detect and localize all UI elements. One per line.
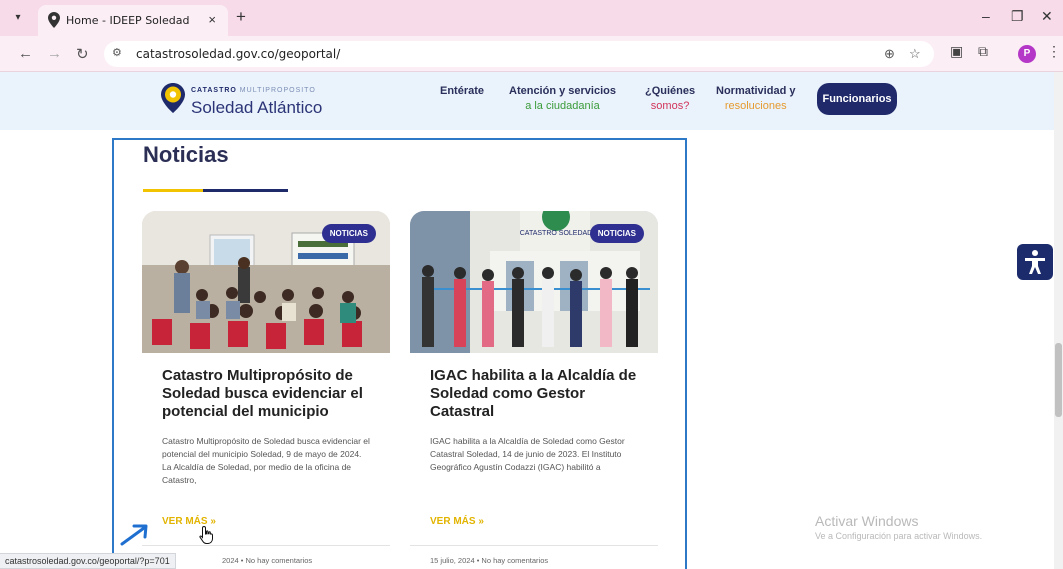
address-toolbar: ← → ↻ ⚙ catastrosoledad.gov.co/geoportal… — [0, 36, 1063, 72]
building-sign: CATASTRO SOLEDAD — [520, 230, 592, 237]
zoom-icon[interactable]: ⊕ — [884, 46, 895, 62]
logo-icon — [161, 83, 185, 113]
more-icon[interactable]: ⋮ — [1047, 43, 1061, 60]
accessibility-icon — [1025, 250, 1045, 274]
nav-quienes[interactable]: ¿Quiénes somos? — [645, 84, 695, 114]
nav-normatividad[interactable]: Normatividad y resoluciones — [716, 84, 795, 114]
back-icon[interactable]: ← — [18, 45, 33, 62]
news-meta: 15 julio, 2024 • No hay comentarios — [430, 556, 549, 565]
nav-enterate[interactable]: Entérate — [440, 84, 484, 99]
annotation-arrow-icon — [120, 524, 148, 546]
tab-close-button[interactable]: × — [208, 12, 216, 27]
page-scrollbar[interactable] — [1054, 72, 1063, 569]
url-text[interactable]: catastrosoledad.gov.co/geoportal/ — [136, 47, 340, 61]
location-pin-icon — [48, 12, 60, 28]
status-bar-url: catastrosoledad.gov.co/geoportal/?p=701 — [0, 553, 176, 569]
windows-activation-watermark: Activar Windows Ve a Configuración para … — [815, 513, 983, 541]
restore-button[interactable]: ❐ — [1011, 8, 1024, 25]
browser-tab-strip: ▾ Home - IDEEP Soledad × + – ❐ ✕ — [0, 0, 1063, 36]
title-underline-accent — [143, 189, 203, 192]
news-title[interactable]: Catastro Multipropósito de Soledad busca… — [162, 367, 377, 421]
accessibility-button[interactable] — [1017, 244, 1053, 280]
category-badge[interactable]: NOTICIAS — [589, 224, 644, 243]
news-excerpt: IGAC habilita a la Alcaldía de Soledad c… — [430, 436, 625, 472]
funcionarios-button[interactable]: Funcionarios — [817, 83, 897, 115]
section-title: Noticias — [143, 142, 229, 167]
news-title[interactable]: IGAC habilita a la Alcaldía de Soledad c… — [430, 367, 645, 421]
close-window-button[interactable]: ✕ — [1041, 8, 1053, 25]
logo-title[interactable]: Soledad Atlántico — [191, 98, 322, 118]
title-underline — [203, 189, 288, 192]
card-divider — [142, 545, 390, 546]
category-badge[interactable]: NOTICIAS — [321, 224, 376, 243]
forward-icon[interactable]: → — [47, 45, 62, 62]
new-tab-button[interactable]: + — [236, 7, 246, 27]
tab-menu-icon[interactable]: ▾ — [8, 8, 28, 28]
news-excerpt: Catastro Multipropósito de Soledad busca… — [162, 436, 370, 485]
minimize-button[interactable]: – — [982, 8, 990, 24]
site-settings-icon[interactable]: ⚙ — [112, 46, 122, 59]
site-header: CATASTRO MULTIPROPOSITO Soledad Atlántic… — [0, 72, 1058, 130]
news-meta: 2024 • No hay comentarios — [222, 556, 313, 565]
address-bar[interactable]: ⚙ catastrosoledad.gov.co/geoportal/ ⊕ ☆ — [104, 41, 934, 67]
logo-subtitle: CATASTRO MULTIPROPOSITO — [191, 87, 316, 94]
read-more-link[interactable]: VER MÁS » — [430, 516, 484, 527]
news-card: NOTICIAS Catastro Multipropósito de Sole… — [142, 211, 390, 569]
profile-avatar[interactable]: P — [1018, 45, 1036, 63]
cast-icon[interactable]: ▣ — [950, 43, 963, 60]
news-card: CATASTRO SOLEDAD NOTICIAS IGAC habilita … — [410, 211, 658, 569]
browser-tab[interactable]: Home - IDEEP Soledad × — [38, 5, 228, 36]
reload-icon[interactable]: ↻ — [76, 45, 89, 63]
nav-atencion[interactable]: Atención y servicios a la ciudadanía — [509, 84, 616, 114]
extensions-icon[interactable]: ⧉ — [978, 43, 988, 60]
cursor-hand-icon — [199, 525, 213, 544]
bookmark-star-icon[interactable]: ☆ — [909, 46, 921, 62]
tab-title: Home - IDEEP Soledad — [66, 14, 190, 27]
card-divider — [410, 545, 658, 546]
scrollbar-thumb[interactable] — [1055, 343, 1062, 417]
